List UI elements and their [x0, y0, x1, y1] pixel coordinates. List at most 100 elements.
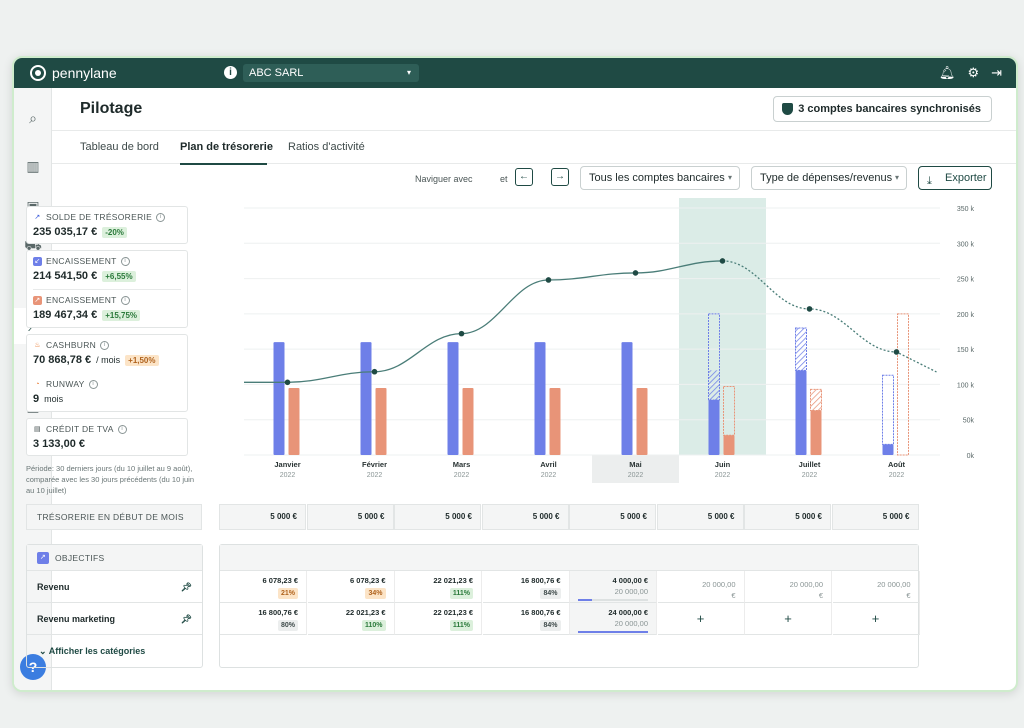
show-categories-link[interactable]: ⌄ Afficher les catégories — [27, 635, 202, 667]
objectives-title: OBJECTIFS — [55, 552, 105, 563]
objective-cell: 4 000,00 € 20 000,00 — [570, 571, 657, 603]
search-icon[interactable]: ⌕ — [14, 100, 52, 136]
info-icon[interactable]: i — [156, 212, 166, 222]
x-tick-label: Février — [362, 460, 387, 469]
x-tick-year: 2022 — [541, 472, 557, 479]
kpi-card-solde: ↗ SOLDE DE TRÉSORERIE i 235 035,17 € -20% — [26, 206, 188, 244]
y-tick-label: 100 k — [957, 382, 975, 389]
line-point — [893, 349, 900, 355]
info-icon: i — [224, 66, 237, 79]
y-tick-label: 150 k — [957, 347, 975, 354]
info-icon[interactable]: i — [120, 256, 130, 266]
type-select[interactable]: Type de dépenses/revenus ▾ — [751, 166, 907, 190]
tab-bar: Tableau de bord Plan de trésorerie Ratio… — [52, 130, 1016, 165]
future-target: 20 000,00 — [702, 580, 736, 589]
arrow-right-button[interactable]: → — [551, 168, 569, 186]
treso-cell: 5 000 € — [306, 504, 394, 530]
objectives-header: ↗ OBJECTIFS — [27, 545, 202, 571]
treasury-chart: 350 k 300 k 250 k 200 k 150 k 100 k 50k 0k Janvi… — [244, 198, 975, 483]
type-select-label: Type de dépenses/revenus — [760, 172, 893, 184]
kpi-tva-label: CRÉDIT DE TVA — [46, 424, 114, 434]
objective-cell: 24 000,00 € 20 000,00 — [570, 603, 657, 635]
sync-accounts-button[interactable]: 3 comptes bancaires synchronisés — [773, 96, 992, 122]
bar-expense — [375, 387, 387, 455]
x-tick-year: 2022 — [889, 472, 905, 479]
treso-cell: 5 000 € — [394, 504, 481, 530]
cell-value: 22 021,23 € — [345, 608, 386, 617]
bar-income — [621, 342, 633, 455]
gauge-icon: ◔ — [35, 380, 40, 388]
bar-expense — [549, 387, 561, 455]
cell-percent: 84% — [540, 620, 561, 631]
treso-cell: 5 000 € — [744, 504, 831, 530]
line-point — [371, 368, 378, 375]
cell-value: 16 800,76 € — [520, 576, 561, 585]
cell-value: 6 078,23 € — [350, 576, 386, 585]
tab-plan-de-tresorerie[interactable]: Plan de trésorerie — [180, 141, 273, 153]
x-tick-year: 2022 — [715, 472, 731, 479]
progress-bar — [578, 631, 648, 633]
kpi-cashburn-value: 70 868,78 € — [33, 354, 92, 366]
objective-cell[interactable]: + — [657, 603, 745, 635]
bank-icon[interactable]: ▥ — [14, 148, 52, 184]
objective-row-revenu-marketing[interactable]: Revenu marketing 📌︎ — [27, 603, 202, 635]
gear-icon[interactable]: ⚙ — [967, 65, 979, 81]
x-tick-label: Mai — [629, 460, 642, 469]
kpi-cashburn-badge: +1,50% — [125, 354, 159, 366]
sync-label: 3 comptes bancaires synchronisés — [798, 103, 981, 115]
download-icon: ⤓ — [927, 175, 932, 187]
line-point — [806, 306, 813, 312]
bar-income-forecast — [882, 374, 894, 445]
highlight-band — [679, 198, 766, 455]
tab-ratios-activite[interactable]: Ratios d'activité — [288, 141, 365, 153]
objective-cell: 16 800,76 € 80% — [220, 603, 307, 635]
bell-icon[interactable]: 🔔︎ — [939, 65, 956, 81]
objective-cell: 20 000,00 € — [745, 571, 832, 603]
objective-cell: 16 800,76 € 84% — [482, 603, 570, 635]
objective-cell[interactable]: + — [745, 603, 832, 635]
x-tick-label: Juin — [715, 460, 731, 469]
export-button[interactable]: ⤓ Exporter — [918, 166, 992, 190]
info-icon[interactable]: i — [117, 424, 127, 434]
accounts-select-label: Tous les comptes bancaires — [589, 172, 725, 184]
tab-tableau-de-bord[interactable]: Tableau de bord — [80, 141, 159, 153]
company-select[interactable]: ABC SARL ▾ — [243, 64, 419, 82]
bar-income — [360, 342, 372, 455]
pin-icon[interactable]: 📌︎ — [181, 571, 192, 603]
accounts-select[interactable]: Tous les comptes bancaires ▾ — [580, 166, 740, 190]
kpi-enc-out-badge: +15,75% — [102, 309, 141, 321]
kpi-enc-out-value: 189 467,34 € — [33, 309, 98, 321]
cell-percent: 21% — [277, 588, 298, 599]
info-icon[interactable]: i — [120, 295, 130, 305]
trend-up-icon: ↗ — [34, 213, 41, 221]
treso-cell: 5 000 € — [219, 504, 306, 530]
y-tick-label: 50k — [963, 418, 975, 425]
line-point — [284, 379, 291, 386]
kpi-tva: ▤ CRÉDIT DE TVA i 3 133,00 € — [33, 424, 127, 450]
income-icon: ↙ — [33, 256, 42, 266]
treso-cell: 5 000 € — [656, 504, 744, 530]
objective-label: Revenu marketing — [37, 614, 116, 624]
objective-cell: 22 021,23 € 111% — [395, 571, 482, 603]
kpi-solde-value: 235 035,17 € — [33, 226, 98, 238]
objective-row-revenu[interactable]: Revenu 📌︎ — [27, 571, 202, 603]
logout-icon[interactable]: ⇥ — [991, 65, 1002, 81]
y-tick-label: 200 k — [957, 312, 975, 319]
info-icon[interactable]: i — [100, 340, 110, 350]
x-tick-year: 2022 — [280, 472, 296, 479]
active-tab-indicator — [180, 163, 267, 165]
cell-target: 20 000,00 — [614, 619, 648, 628]
arrow-left-button[interactable]: ← — [515, 168, 533, 186]
pennylane-logo[interactable]: pennylane — [30, 65, 117, 81]
info-icon[interactable]: i — [88, 379, 98, 389]
cell-value: 24 000,00 € — [608, 608, 648, 617]
kpi-card-cashburn: ♨ CASHBURN i 70 868,78 € / mois +1,50% ◔ RUNW… — [26, 334, 188, 412]
pin-icon[interactable]: 📌︎ — [181, 603, 192, 635]
document-icon: ▤ — [34, 425, 41, 433]
objective-cell: 20 000,00 € — [657, 571, 745, 603]
objective-cell[interactable]: + — [832, 603, 920, 635]
bar-income — [447, 342, 459, 455]
top-icons: 🔔︎ ⚙ ⇥ — [939, 65, 1002, 81]
kpi-tva-value: 3 133,00 € — [33, 438, 85, 450]
kpi-cashburn-unit: / mois — [96, 355, 121, 365]
